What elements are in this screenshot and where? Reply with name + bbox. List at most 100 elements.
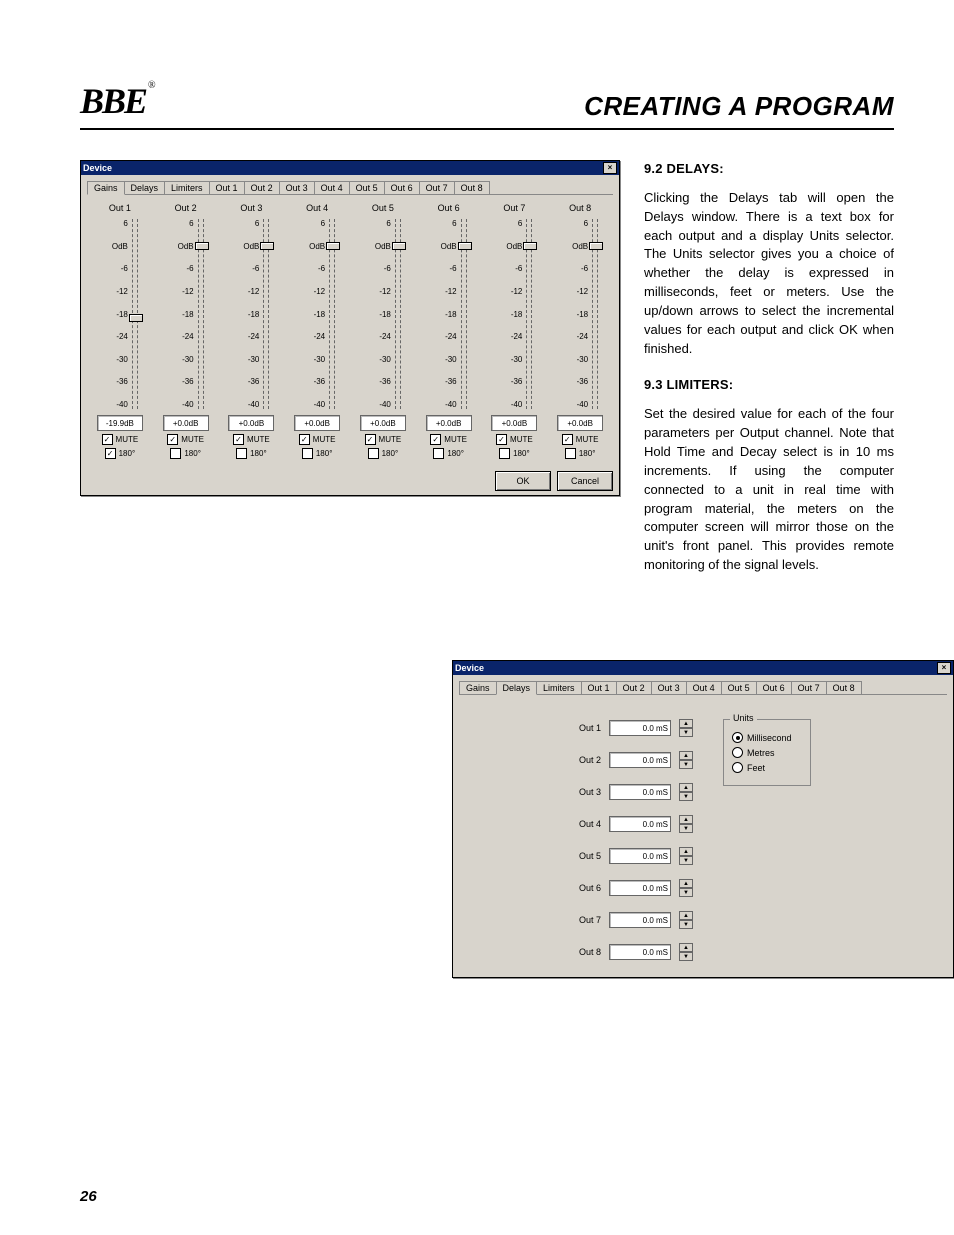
tab-limiters[interactable]: Limiters [164, 181, 210, 194]
delay-stepper[interactable]: ▲▼ [679, 719, 693, 737]
tab-out1[interactable]: Out 1 [581, 681, 617, 694]
chevron-up-icon[interactable]: ▲ [679, 879, 693, 888]
cancel-button[interactable]: Cancel [557, 471, 613, 491]
tab-gains[interactable]: Gains [459, 681, 497, 694]
chevron-down-icon[interactable]: ▼ [679, 856, 693, 865]
gain-value[interactable]: +0.0dB [491, 415, 537, 431]
chevron-down-icon[interactable]: ▼ [679, 920, 693, 929]
chevron-down-icon[interactable]: ▼ [679, 888, 693, 897]
chevron-up-icon[interactable]: ▲ [679, 815, 693, 824]
gain-slider[interactable] [526, 219, 532, 409]
gain-value[interactable]: +0.0dB [557, 415, 603, 431]
phase-checkbox[interactable]: 180° [565, 448, 596, 459]
tab-delays[interactable]: Delays [124, 181, 166, 194]
tab-gains[interactable]: Gains [87, 181, 125, 195]
delay-input[interactable]: 0.0 mS [609, 848, 671, 864]
tab-out2[interactable]: Out 2 [244, 181, 280, 194]
delay-input[interactable]: 0.0 mS [609, 720, 671, 736]
slider-thumb[interactable] [523, 242, 537, 250]
delay-stepper[interactable]: ▲▼ [679, 751, 693, 769]
tab-out2[interactable]: Out 2 [616, 681, 652, 694]
chevron-down-icon[interactable]: ▼ [679, 824, 693, 833]
phase-checkbox[interactable]: 180° [170, 448, 201, 459]
mute-checkbox[interactable]: ✓MUTE [167, 434, 204, 445]
delay-stepper[interactable]: ▲▼ [679, 911, 693, 929]
tab-out4[interactable]: Out 4 [686, 681, 722, 694]
delay-input[interactable]: 0.0 mS [609, 944, 671, 960]
units-radio[interactable]: Feet [732, 762, 792, 773]
mute-checkbox[interactable]: ✓MUTE [102, 434, 139, 445]
delay-input[interactable]: 0.0 mS [609, 752, 671, 768]
gain-value[interactable]: +0.0dB [228, 415, 274, 431]
tab-limiters[interactable]: Limiters [536, 681, 582, 694]
chevron-up-icon[interactable]: ▲ [679, 943, 693, 952]
chevron-up-icon[interactable]: ▲ [679, 847, 693, 856]
tab-out5[interactable]: Out 5 [349, 181, 385, 194]
delay-input[interactable]: 0.0 mS [609, 816, 671, 832]
tab-out5[interactable]: Out 5 [721, 681, 757, 694]
mute-checkbox[interactable]: ✓MUTE [430, 434, 467, 445]
slider-thumb[interactable] [458, 242, 472, 250]
units-radio[interactable]: Metres [732, 747, 792, 758]
tab-out7[interactable]: Out 7 [419, 181, 455, 194]
slider-thumb[interactable] [260, 242, 274, 250]
gain-slider[interactable] [395, 219, 401, 409]
gain-slider[interactable] [198, 219, 204, 409]
chevron-down-icon[interactable]: ▼ [679, 728, 693, 737]
tab-out8[interactable]: Out 8 [826, 681, 862, 694]
tab-out3[interactable]: Out 3 [651, 681, 687, 694]
gain-slider[interactable] [132, 219, 138, 409]
phase-checkbox[interactable]: 180° [499, 448, 530, 459]
phase-checkbox[interactable]: 180° [368, 448, 399, 459]
gain-slider[interactable] [592, 219, 598, 409]
tab-out6[interactable]: Out 6 [756, 681, 792, 694]
slider-thumb[interactable] [195, 242, 209, 250]
tab-out8[interactable]: Out 8 [454, 181, 490, 194]
tab-delays[interactable]: Delays [496, 681, 538, 695]
gain-value[interactable]: -19.9dB [97, 415, 143, 431]
delay-input[interactable]: 0.0 mS [609, 784, 671, 800]
gain-value[interactable]: +0.0dB [163, 415, 209, 431]
phase-checkbox[interactable]: 180° [433, 448, 464, 459]
delay-stepper[interactable]: ▲▼ [679, 847, 693, 865]
gain-slider[interactable] [461, 219, 467, 409]
chevron-down-icon[interactable]: ▼ [679, 952, 693, 961]
slider-thumb[interactable] [326, 242, 340, 250]
mute-checkbox[interactable]: ✓MUTE [365, 434, 402, 445]
chevron-down-icon[interactable]: ▼ [679, 760, 693, 769]
gain-slider[interactable] [263, 219, 269, 409]
gain-value[interactable]: +0.0dB [294, 415, 340, 431]
phase-checkbox[interactable]: ✓180° [105, 448, 136, 459]
chevron-up-icon[interactable]: ▲ [679, 719, 693, 728]
close-icon[interactable]: × [937, 662, 951, 674]
phase-checkbox[interactable]: 180° [236, 448, 267, 459]
mute-checkbox[interactable]: ✓MUTE [496, 434, 533, 445]
slider-thumb[interactable] [589, 242, 603, 250]
gain-value[interactable]: +0.0dB [426, 415, 472, 431]
tab-out6[interactable]: Out 6 [384, 181, 420, 194]
gain-value[interactable]: +0.0dB [360, 415, 406, 431]
phase-checkbox[interactable]: 180° [302, 448, 333, 459]
mute-checkbox[interactable]: ✓MUTE [562, 434, 599, 445]
slider-thumb[interactable] [129, 314, 143, 322]
delay-stepper[interactable]: ▲▼ [679, 783, 693, 801]
mute-checkbox[interactable]: ✓MUTE [233, 434, 270, 445]
tab-out7[interactable]: Out 7 [791, 681, 827, 694]
mute-checkbox[interactable]: ✓MUTE [299, 434, 336, 445]
dialog-titlebar[interactable]: Device × [453, 661, 953, 675]
tab-out1[interactable]: Out 1 [209, 181, 245, 194]
dialog-titlebar[interactable]: Device × [81, 161, 619, 175]
chevron-up-icon[interactable]: ▲ [679, 783, 693, 792]
close-icon[interactable]: × [603, 162, 617, 174]
tab-out4[interactable]: Out 4 [314, 181, 350, 194]
gain-slider[interactable] [329, 219, 335, 409]
chevron-up-icon[interactable]: ▲ [679, 751, 693, 760]
chevron-up-icon[interactable]: ▲ [679, 911, 693, 920]
chevron-down-icon[interactable]: ▼ [679, 792, 693, 801]
ok-button[interactable]: OK [495, 471, 551, 491]
delay-input[interactable]: 0.0 mS [609, 912, 671, 928]
slider-thumb[interactable] [392, 242, 406, 250]
tab-out3[interactable]: Out 3 [279, 181, 315, 194]
units-radio[interactable]: Millisecond [732, 732, 792, 743]
delay-stepper[interactable]: ▲▼ [679, 879, 693, 897]
